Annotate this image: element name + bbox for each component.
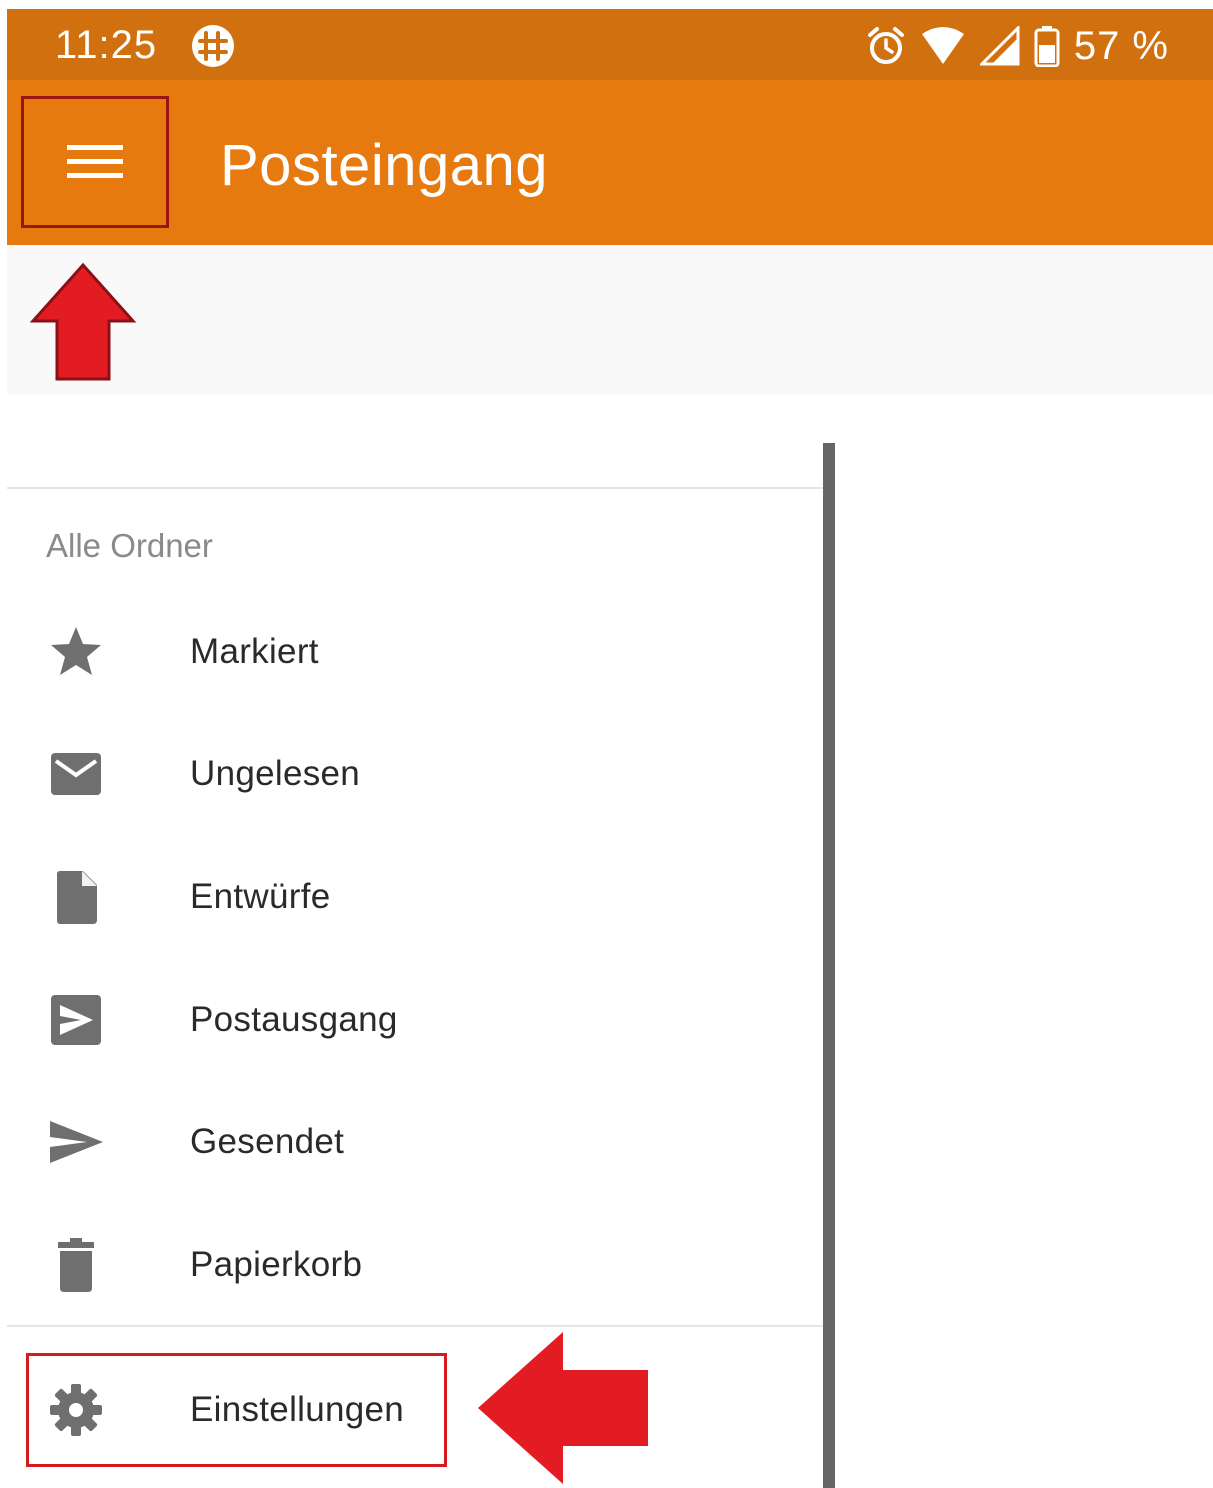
envelope-icon bbox=[51, 753, 101, 795]
section-label-all-folders: Alle Ordner bbox=[46, 527, 213, 564]
toolbar-area bbox=[7, 245, 1213, 395]
drawer-item-trash[interactable]: Papierkorb bbox=[7, 1209, 823, 1319]
drawer-item-label: Papierkorb bbox=[190, 1245, 363, 1284]
status-icons: 57 % bbox=[866, 23, 1169, 69]
status-bar: 11:25 57 % bbox=[7, 9, 1213, 80]
drawer-edge bbox=[823, 443, 835, 1488]
divider bbox=[7, 487, 823, 489]
status-time: 11:25 bbox=[55, 23, 158, 67]
hamburger-menu-icon bbox=[67, 145, 123, 178]
drawer-item-label: Ungelesen bbox=[190, 754, 361, 793]
drawer-item-label: Postausgang bbox=[190, 1000, 398, 1039]
divider bbox=[7, 1325, 823, 1327]
battery-percentage: 57 % bbox=[1073, 23, 1169, 68]
battery-icon bbox=[1034, 26, 1060, 67]
drawer-item-label: Markiert bbox=[190, 632, 319, 671]
alarm-icon bbox=[867, 27, 904, 64]
drawer-item-outbox[interactable]: Postausgang bbox=[7, 964, 823, 1074]
drawer-item-label: Entwürfe bbox=[190, 877, 331, 916]
drawer-item-unread[interactable]: Ungelesen bbox=[7, 718, 823, 828]
settings-highlight-box bbox=[26, 1353, 447, 1467]
wifi-icon bbox=[921, 27, 964, 64]
page-title: Posteingang bbox=[220, 133, 548, 198]
hamburger-menu-button[interactable] bbox=[21, 96, 169, 228]
arrow-up-icon bbox=[30, 262, 136, 381]
send-icon bbox=[50, 1121, 103, 1163]
outbox-icon bbox=[51, 995, 101, 1045]
drawer-item-starred[interactable]: Markiert bbox=[7, 596, 823, 706]
drawer-item-sent[interactable]: Gesendet bbox=[7, 1086, 823, 1196]
drawer-item-drafts[interactable]: Entwürfe bbox=[7, 841, 823, 951]
arrow-left-icon bbox=[478, 1332, 648, 1484]
star-icon bbox=[51, 627, 101, 675]
app-notification-icon bbox=[192, 25, 234, 67]
draft-icon bbox=[57, 871, 97, 924]
app-bar: Posteingang bbox=[7, 80, 1213, 245]
signal-icon bbox=[979, 26, 1020, 66]
drawer-item-label: Gesendet bbox=[190, 1122, 345, 1161]
trash-icon bbox=[58, 1238, 94, 1292]
